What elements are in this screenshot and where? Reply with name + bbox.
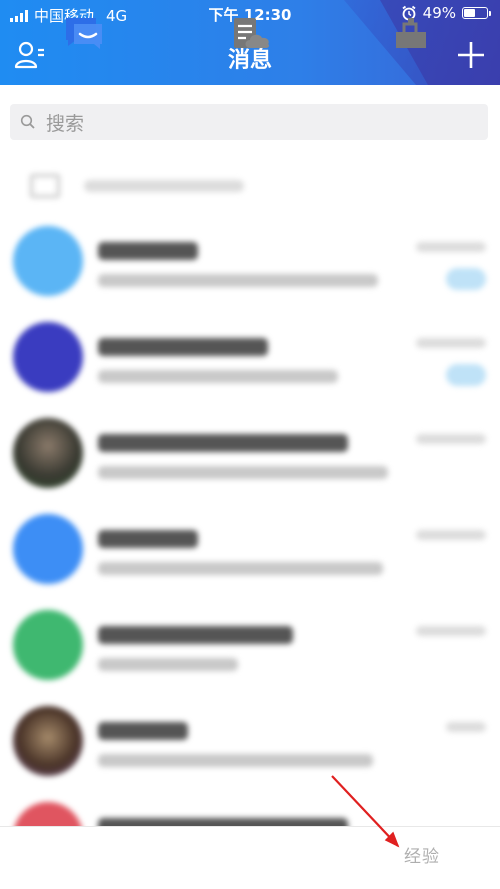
- list-item[interactable]: [0, 596, 500, 692]
- search-placeholder: 搜索: [46, 112, 85, 135]
- avatar: [13, 706, 83, 776]
- pc-login-row[interactable]: [0, 160, 500, 212]
- watermark-text: 经验: [404, 847, 440, 867]
- messages-icon[interactable]: [62, 14, 108, 52]
- contacts-doc-icon[interactable]: [228, 14, 274, 52]
- list-item[interactable]: [0, 692, 500, 788]
- list-item[interactable]: [0, 404, 500, 500]
- unread-badge: [446, 268, 486, 290]
- avatar: [13, 610, 83, 680]
- conversation-list: [0, 160, 500, 884]
- list-item[interactable]: [0, 212, 500, 308]
- list-item[interactable]: [0, 308, 500, 404]
- search-input[interactable]: 搜索: [10, 104, 488, 140]
- plus-icon[interactable]: [456, 40, 486, 70]
- avatar: [13, 322, 83, 392]
- battery-icon: [462, 7, 491, 19]
- discover-icon[interactable]: [390, 14, 436, 52]
- search-icon: [20, 114, 35, 129]
- avatar: [13, 514, 83, 584]
- avatar: [13, 418, 83, 488]
- avatar: [13, 226, 83, 296]
- computer-icon: [30, 174, 60, 198]
- list-item[interactable]: [0, 500, 500, 596]
- unread-badge: [446, 364, 486, 386]
